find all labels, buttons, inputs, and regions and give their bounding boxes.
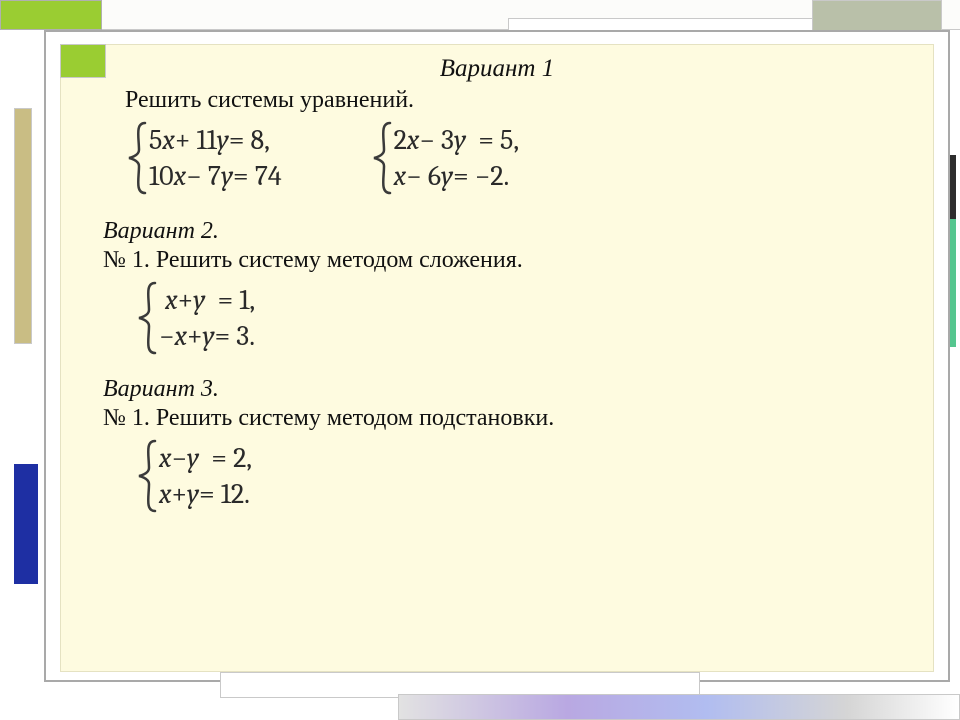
variant3-system: x − y = 2, x + y = 12. xyxy=(137,438,907,514)
variant3-task: № 1. Решить систему методом подстановки. xyxy=(103,405,907,432)
deco-bottom-gradient xyxy=(398,694,960,720)
deco-small-green xyxy=(60,44,106,78)
variant1-system-b: 2x − 3y = 5, x − 6y = −2. xyxy=(372,120,519,196)
eq-text: x − y = 2, xyxy=(159,442,252,474)
deco-left-blue xyxy=(14,464,38,584)
eq-text: x + y = 12. xyxy=(159,478,252,510)
variant1-task: Решить системы уравнений. xyxy=(125,87,907,114)
eq-text: 5x + 11y = 8, xyxy=(149,124,282,156)
variant1-title: Вариант 1 xyxy=(87,55,907,83)
brace-icon xyxy=(137,280,159,356)
eq-text: 2x − 3y = 5, xyxy=(394,124,519,156)
variant3-title: Вариант 3. xyxy=(103,376,907,403)
variant2-task: № 1. Решить систему методом сложения. xyxy=(103,247,907,274)
brace-icon xyxy=(127,120,149,196)
content-panel: Вариант 1 Решить системы уравнений. 5x +… xyxy=(60,44,934,672)
eq-text: 10x − 7y = 74 xyxy=(149,160,282,192)
variant1-systems: 5x + 11y = 8, 10x − 7y = 74 2x − 3y = 5,… xyxy=(127,120,907,196)
variant1-system-a: 5x + 11y = 8, 10x − 7y = 74 xyxy=(127,120,282,196)
brace-icon xyxy=(137,438,159,514)
variant2-system: x + y = 1, −x + y = 3. xyxy=(137,280,907,356)
brace-icon xyxy=(372,120,394,196)
deco-left-khaki xyxy=(14,108,32,344)
variant2-title: Вариант 2. xyxy=(103,218,907,245)
eq-text: −x + y = 3. xyxy=(159,320,255,352)
deco-top-green xyxy=(0,0,102,30)
eq-text: x − 6y = −2. xyxy=(394,160,519,192)
eq-text: x + y = 1, xyxy=(159,284,255,316)
